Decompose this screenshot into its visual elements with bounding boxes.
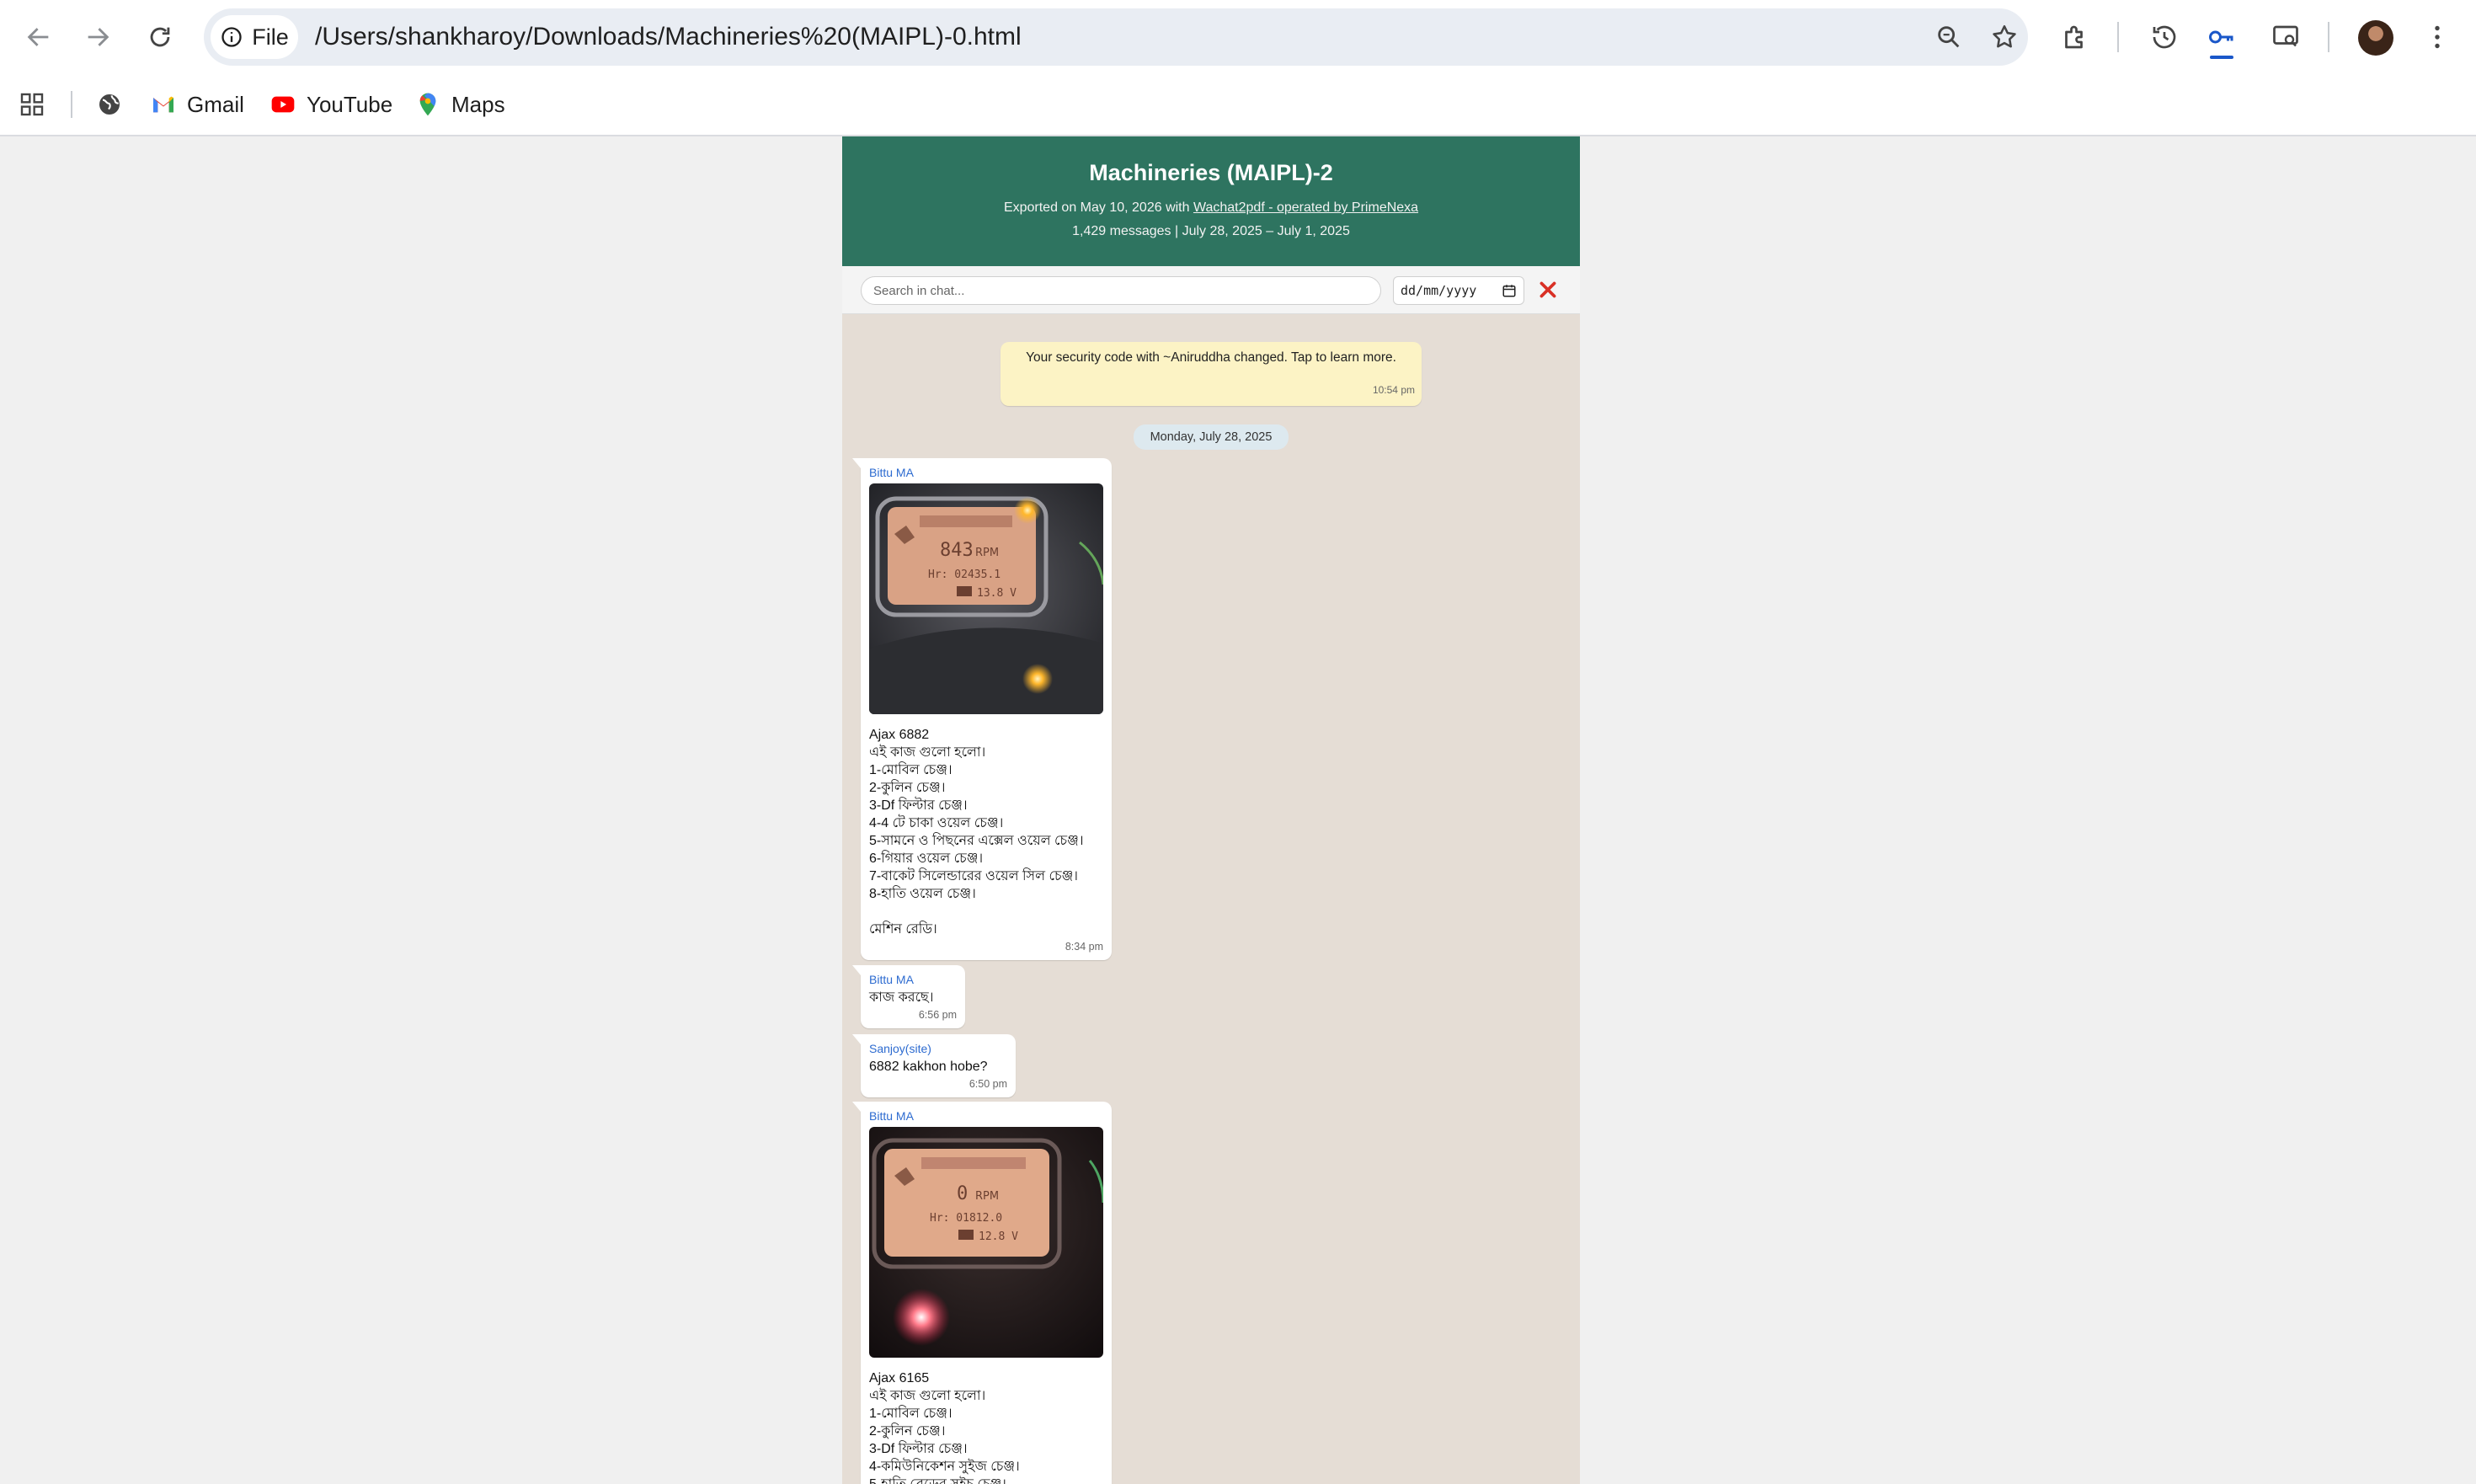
date-placeholder: dd/mm/yyyy: [1401, 283, 1477, 298]
calendar-icon[interactable]: [1502, 283, 1517, 298]
extensions-button[interactable]: [2055, 17, 2095, 57]
bookmark-gmail[interactable]: Gmail: [150, 74, 244, 135]
browser-toolbar: File /Users/shankharoy/Downloads/Machine…: [0, 0, 2476, 74]
bookmarks-bar: Gmail YouTube Maps: [0, 74, 2476, 136]
bookmark-label: YouTube: [307, 91, 393, 117]
message-text: Ajax 6165 এই কাজ গুলো হলো। 1-মোবিল চেঞ্জ…: [869, 1371, 1020, 1484]
menu-button[interactable]: [2417, 17, 2457, 57]
back-button[interactable]: [15, 13, 62, 61]
address-bar[interactable]: File /Users/shankharoy/Downloads/Machine…: [204, 8, 2028, 66]
bookmark-maps[interactable]: Maps: [414, 74, 505, 135]
bookmark-star-button[interactable]: [1986, 19, 2023, 56]
message-sender: Bittu MA: [869, 973, 914, 986]
message-bubble: Bittu MA কাজ করছে। 6:56 pm: [852, 965, 965, 1028]
maps-pin-icon: [419, 93, 436, 116]
youtube-icon: [271, 96, 295, 113]
message-bubble: Bittu MA 0 RPM Hr: 01812.0 12.8 V Ajax 6…: [852, 1102, 1112, 1484]
toolbar-divider: [2328, 22, 2329, 52]
bookmark-youtube[interactable]: YouTube: [269, 74, 392, 135]
reload-icon: [150, 27, 170, 47]
system-message[interactable]: Your security code with ~Aniruddha chang…: [1001, 342, 1422, 406]
export-info: Exported on May 10, 2026 with Wachat2pdf…: [842, 200, 1580, 216]
message-bubble: Bittu MA 843 RPM Hr: 02435.1 13.8 V Ajax…: [852, 458, 1112, 960]
photo-hours: Hr: 02435.1: [928, 569, 1001, 581]
info-icon: [221, 27, 242, 47]
toolbar-divider: [2117, 22, 2119, 52]
message-time: 8:34 pm: [1065, 941, 1103, 953]
bookmark-label: Gmail: [187, 91, 244, 117]
message-text: কাজ করছে।: [869, 990, 934, 1005]
password-manager-button[interactable]: [2201, 17, 2242, 57]
cast-search-button[interactable]: [2265, 17, 2306, 57]
arrow-left-icon: [27, 28, 49, 46]
site-info-label: File: [252, 24, 289, 50]
message-time: 6:50 pm: [969, 1078, 1007, 1090]
arrow-right-icon: [88, 28, 109, 46]
date-divider: Monday, July 28, 2025: [1134, 424, 1289, 450]
puzzle-icon: [2065, 25, 2083, 49]
chat-meta: 1,429 messages | July 28, 2025 – July 1,…: [1072, 224, 1350, 238]
star-icon: [1993, 24, 2016, 48]
gmail-icon: [153, 96, 173, 113]
forward-button[interactable]: [74, 13, 121, 61]
dashboard-display-photo: 0 RPM Hr: 01812.0 12.8 V: [869, 1127, 1103, 1358]
key-icon: [2209, 30, 2233, 44]
chat-header: Machineries (MAIPL)-2 Exported on May 10…: [842, 136, 1580, 266]
photo-rpm-value: 843: [940, 540, 974, 561]
message-photo[interactable]: 843 RPM Hr: 02435.1 13.8 V: [869, 483, 1103, 714]
export-info-text: Exported on May 10, 2026 with: [1003, 200, 1193, 215]
message-time: 6:56 pm: [918, 1009, 957, 1021]
history-icon: [2153, 25, 2176, 49]
profile-avatar[interactable]: [2358, 20, 2393, 56]
photo-voltage: 13.8 V: [977, 587, 1017, 600]
url-text[interactable]: /Users/shankharoy/Downloads/Machineries%…: [315, 8, 1022, 66]
screen-search-icon: [2273, 25, 2298, 47]
history-button[interactable]: [2144, 17, 2185, 57]
message-sender: Sanjoy(site): [869, 1042, 931, 1055]
system-message-time: 10:54 pm: [1372, 384, 1415, 396]
message-text: 6882 kakhon hobe?: [869, 1060, 988, 1074]
chat-search-input[interactable]: [861, 276, 1381, 305]
page-content: Machineries (MAIPL)-2 Exported on May 10…: [0, 136, 2476, 1484]
search-bar: dd/mm/yyyy: [842, 266, 1580, 314]
zoom-icon: [1938, 26, 1960, 48]
grid-icon: [20, 93, 44, 116]
more-vert-icon: [2435, 25, 2440, 49]
apps-button[interactable]: [19, 74, 45, 135]
reload-button[interactable]: [136, 13, 184, 61]
photo-rpm-unit: RPM: [975, 547, 999, 559]
chat-title: Machineries (MAIPL)-2: [1089, 160, 1333, 185]
system-message-text: Your security code with ~Aniruddha chang…: [1026, 350, 1396, 365]
message-text: Ajax 6882 এই কাজ গুলো হলো। 1-মোবিল চেঞ্জ…: [869, 728, 1084, 937]
message-sender: Bittu MA: [869, 1109, 914, 1123]
export-tool-link[interactable]: Wachat2pdf - operated by PrimeNexa: [1193, 200, 1418, 215]
message-bubble: Sanjoy(site) 6882 kakhon hobe? 6:50 pm: [852, 1034, 1016, 1097]
chat-container: Machineries (MAIPL)-2 Exported on May 10…: [842, 136, 1580, 1484]
bookmarks-divider: [71, 91, 72, 118]
clear-filter-button[interactable]: [1533, 275, 1563, 305]
photo-hours: Hr: 01812.0: [930, 1212, 1002, 1225]
bookmark-globe[interactable]: [96, 74, 123, 135]
date-filter-input[interactable]: dd/mm/yyyy: [1393, 276, 1524, 305]
message-photo[interactable]: 0 RPM Hr: 01812.0 12.8 V: [869, 1127, 1103, 1358]
zoom-button[interactable]: [1930, 19, 1967, 56]
bookmark-label: Maps: [451, 91, 505, 117]
active-indicator: [2210, 56, 2233, 59]
close-icon: [1539, 281, 1556, 298]
photo-voltage: 12.8 V: [979, 1230, 1018, 1243]
site-info-chip[interactable]: File: [211, 15, 298, 59]
message-sender: Bittu MA: [869, 466, 914, 479]
photo-rpm-value: 0: [957, 1183, 968, 1204]
globe-icon: [99, 94, 120, 115]
dashboard-display-photo: 843 RPM Hr: 02435.1 13.8 V: [869, 483, 1103, 714]
photo-rpm-unit: RPM: [975, 1190, 999, 1203]
